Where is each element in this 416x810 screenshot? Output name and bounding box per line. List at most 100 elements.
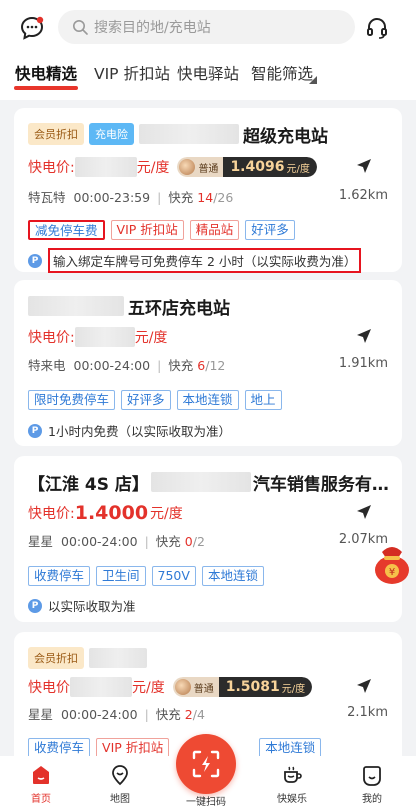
member-price-unit: 元/度	[281, 683, 306, 695]
navigate-arrow-icon[interactable]	[354, 326, 374, 346]
station-card[interactable]: 会员折扣 充电险 超级充电站 快电价: 元/度 普通 1.4096 元/度 特瓦特…	[14, 108, 402, 273]
price-row: 快电价: 元/度	[28, 326, 167, 348]
home-icon	[33, 766, 49, 784]
search-input[interactable]: 搜索目的地/充电站	[58, 10, 355, 44]
price-row: 快电价: 元/度 普通 1.4096 元/度	[28, 156, 317, 178]
redacted-name	[139, 124, 239, 144]
station-title-row: 【江淮 4S 店】 汽车销售服务有…	[28, 470, 389, 495]
redacted-name	[89, 648, 147, 668]
nav-entertainment[interactable]: 快娱乐	[262, 756, 322, 810]
station-tags: 减免停车费 VIP 折扣站 精品站 好评多	[28, 220, 301, 240]
open-hours: 00:00-23:59	[73, 190, 151, 205]
station-info: 特来电 00:00-24:00 | 快充 6/12	[28, 358, 226, 373]
price-label: 快电价	[28, 680, 70, 696]
headset-icon	[367, 18, 387, 39]
member-level: 普通	[193, 683, 214, 695]
tab-active-underline	[14, 86, 78, 90]
search-placeholder: 搜索目的地/充电站	[94, 20, 211, 36]
tag-voltage: 750V	[151, 566, 196, 586]
nav-map[interactable]: 地图	[90, 756, 150, 810]
tag-local-chain: 本地连锁	[201, 566, 264, 586]
customer-service-button[interactable]	[362, 13, 392, 43]
fast-free-count: 14	[197, 190, 214, 205]
fast-free-count: 0	[184, 534, 193, 549]
station-title-suffix: 汽车销售服务有…	[252, 474, 389, 495]
operator-name: 星星	[28, 707, 54, 722]
station-title: 五环店充电站	[128, 298, 230, 319]
price-label: 快电价:	[28, 506, 75, 522]
station-info: 特瓦特 00:00-23:59 | 快充 14/26	[28, 190, 234, 205]
station-distance: 1.62km	[338, 188, 388, 203]
navigate-arrow-icon[interactable]	[354, 156, 374, 176]
scan-icon	[192, 750, 220, 778]
fast-total-count: /4	[192, 707, 205, 722]
red-packet-icon[interactable]: ¥	[370, 540, 414, 586]
price-label: 快电价:	[28, 330, 75, 346]
coffee-cup-icon	[284, 766, 302, 783]
tag-local-chain: 本地连锁	[176, 390, 239, 410]
price-row: 快电价: 1.4000 元/度	[28, 500, 183, 526]
open-hours: 00:00-24:00	[73, 358, 151, 373]
member-discount-badge: 会员折扣	[28, 647, 84, 669]
station-title-row: 会员折扣	[28, 646, 147, 670]
fast-total-count: /2	[192, 534, 205, 549]
tab-stations[interactable]: 快电驿站	[177, 62, 239, 84]
parking-note-text: 1小时内免费（以实际收取为准）	[48, 424, 231, 439]
chat-bubble-icon	[20, 16, 44, 40]
operator-name: 特来电	[28, 358, 66, 373]
nav-entertainment-label: 快娱乐	[277, 794, 307, 805]
price-unit: 元/度	[132, 680, 165, 696]
tag-restroom: 卫生间	[96, 566, 146, 586]
redacted-price	[70, 677, 132, 697]
parking-note-text: 输入绑定车牌号可免费停车 2 小时（以实际收费为准）	[48, 248, 362, 273]
parking-note: P 1小时内免费（以实际收取为准）	[28, 421, 231, 440]
tab-featured[interactable]: 快电精选	[15, 62, 77, 84]
redacted-name	[28, 296, 124, 316]
nav-profile[interactable]: 我的	[342, 756, 402, 810]
station-title: 超级充电站	[243, 126, 328, 147]
station-distance: 1.91km	[338, 356, 388, 371]
tag-local-chain: 本地连锁	[259, 738, 322, 756]
price-value: 1.4000	[74, 502, 149, 524]
price-row: 快电价 元/度 普通 1.5081 元/度	[28, 676, 313, 698]
station-info: 星星 00:00-24:00 | 快充 2/4	[28, 707, 205, 722]
tag-vip-discount: VIP 折扣站	[110, 220, 184, 240]
message-button[interactable]	[18, 14, 46, 42]
member-level: 普通	[198, 163, 219, 175]
coin-icon	[174, 679, 191, 695]
station-card[interactable]: 【江淮 4S 店】 汽车销售服务有… 快电价: 1.4000 元/度 星星 00…	[14, 456, 402, 622]
price-label: 快电价:	[28, 160, 75, 176]
station-card[interactable]: 五环店充电站 快电价: 元/度 特来电 00:00-24:00 | 快充 6/12 …	[14, 280, 402, 446]
navigate-arrow-icon[interactable]	[354, 502, 374, 522]
station-title-row: 五环店充电站	[28, 294, 230, 319]
navigate-arrow-icon[interactable]	[354, 676, 374, 696]
tag-free-parking: 限时免费停车	[28, 390, 116, 410]
operator-name: 特瓦特	[28, 190, 66, 205]
tag-above-ground: 地上	[244, 390, 282, 410]
member-price-unit: 元/度	[286, 163, 310, 175]
station-tags: 限时免费停车 好评多 本地连锁 地上	[28, 390, 288, 410]
svg-text:¥: ¥	[389, 567, 395, 578]
tab-vip-discount[interactable]: VIP 折扣站	[94, 62, 170, 84]
scan-button[interactable]	[176, 734, 236, 794]
tag-premium: 精品站	[189, 220, 240, 240]
tab-smart-filter[interactable]: 智能筛选	[251, 62, 313, 84]
price-unit: 元/度	[134, 330, 168, 346]
tag-paid-parking: 收费停车	[28, 566, 91, 586]
station-tags: 收费停车 卫生间 750V 本地连锁	[28, 566, 270, 586]
price-unit: 元/度	[136, 160, 170, 176]
filter-corner-icon	[309, 76, 317, 84]
price-unit: 元/度	[150, 506, 183, 522]
station-distance: 2.1km	[347, 705, 388, 720]
map-pin-icon	[112, 765, 128, 786]
station-list: 会员折扣 充电险 超级充电站 快电价: 元/度 普通 1.4096 元/度 特瓦特…	[0, 100, 416, 756]
nav-map-label: 地图	[110, 794, 130, 805]
tag-paid-parking: 收费停车	[28, 738, 91, 756]
member-discount-badge: 会员折扣	[28, 123, 84, 145]
tag-vip-discount: VIP 折扣站	[96, 738, 170, 756]
redacted-name	[150, 472, 251, 492]
station-title-row: 会员折扣 充电险 超级充电站	[28, 122, 328, 147]
redacted-price	[74, 157, 137, 177]
charging-insurance-badge: 充电险	[89, 123, 134, 145]
nav-home[interactable]: 首页	[11, 756, 71, 810]
